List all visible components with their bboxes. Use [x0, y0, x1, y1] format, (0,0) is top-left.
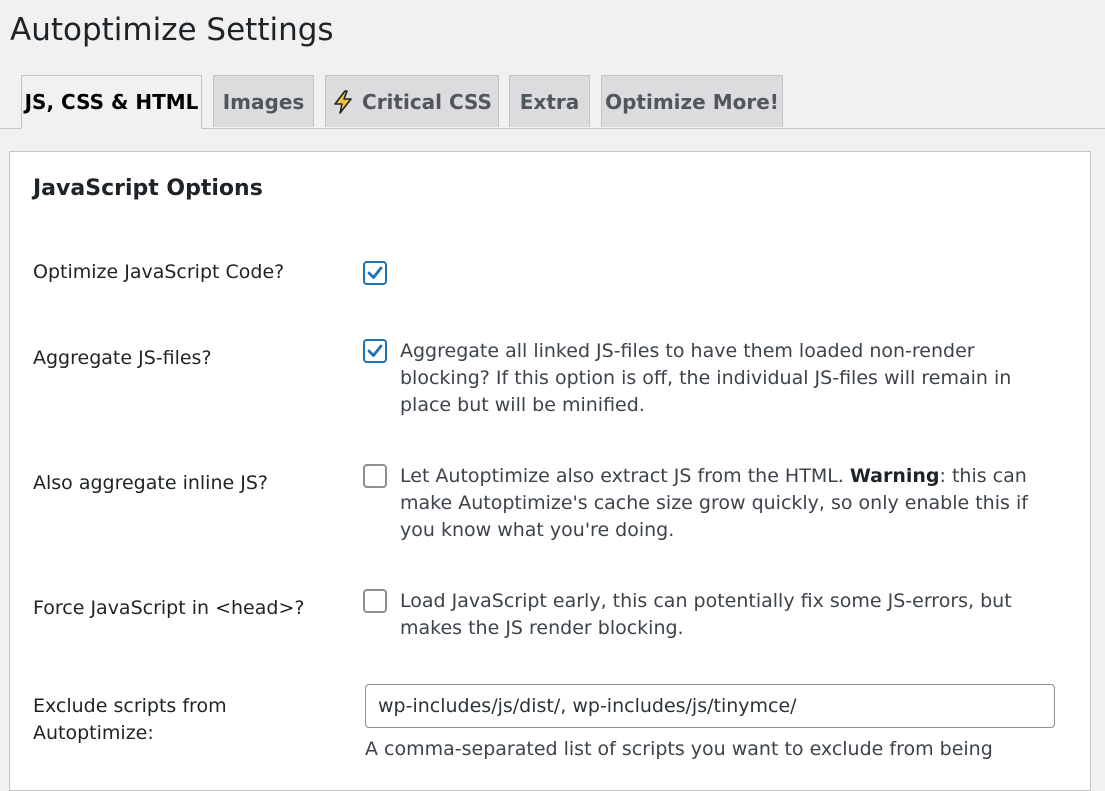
tab-label: Critical CSS	[362, 89, 492, 114]
section-title: JavaScript Options	[33, 176, 263, 201]
exclude-scripts-input[interactable]	[365, 684, 1055, 728]
settings-tabs: JS, CSS & HTML Images Critical CSS Extra…	[0, 75, 1105, 129]
aggregate-inline-js-label: Also aggregate inline JS?	[33, 472, 268, 494]
tab-label: JS, CSS & HTML	[24, 90, 199, 114]
description-text: Let Autoptimize also extract JS from the…	[400, 465, 850, 487]
aggregate-inline-js-checkbox[interactable]	[363, 464, 387, 488]
tab-label: Optimize More!	[605, 89, 779, 114]
force-js-head-description: Load JavaScript early, this can potentia…	[400, 590, 1012, 639]
tab-extra[interactable]: Extra	[509, 75, 590, 127]
exclude-scripts-label: Exclude scripts from Autoptimize:	[33, 695, 227, 744]
tab-images[interactable]: Images	[213, 75, 314, 127]
tab-optimize-more[interactable]: Optimize More!	[601, 75, 783, 127]
exclude-scripts-hint: A comma-separated list of scripts you wa…	[365, 738, 993, 760]
checkmark-icon	[367, 266, 383, 279]
aggregate-js-label: Aggregate JS-files?	[33, 347, 212, 369]
tab-js-css-html[interactable]: JS, CSS & HTML	[21, 75, 202, 129]
aggregate-js-checkbox[interactable]	[363, 339, 387, 363]
force-js-head-checkbox[interactable]	[363, 589, 387, 613]
aggregate-inline-js-description: Let Autoptimize also extract JS from the…	[400, 463, 1065, 544]
aggregate-js-description: Aggregate all linked JS-files to have th…	[400, 340, 1012, 416]
optimize-js-checkbox[interactable]	[363, 261, 387, 285]
tab-critical-css[interactable]: Critical CSS	[325, 75, 499, 127]
warning-text: Warning	[849, 465, 940, 487]
tab-label: Extra	[519, 89, 580, 114]
settings-panel: JavaScript Options Optimize JavaScript C…	[9, 151, 1091, 791]
checkmark-icon	[367, 344, 383, 357]
tab-label: Images	[222, 89, 305, 114]
force-js-head-label: Force JavaScript in <head>?	[33, 597, 305, 619]
lightning-bolt-icon	[334, 89, 352, 114]
page-title: Autoptimize Settings	[10, 12, 334, 48]
optimize-js-label: Optimize JavaScript Code?	[33, 261, 285, 283]
